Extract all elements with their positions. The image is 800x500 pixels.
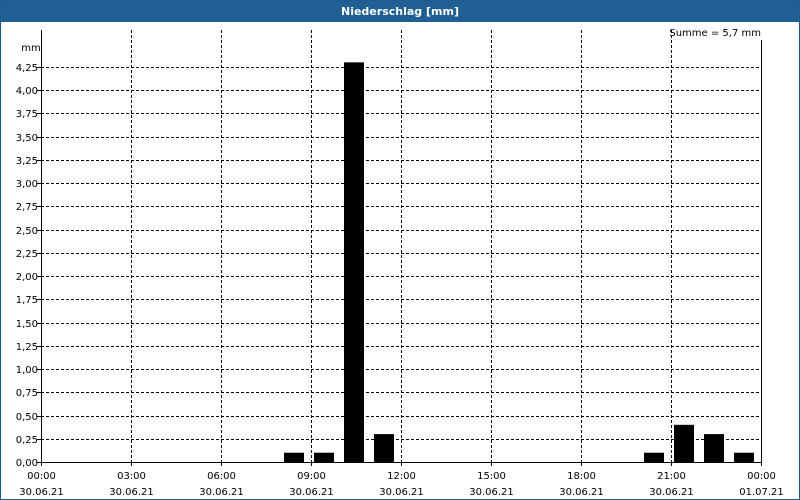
x-tick-time: 06:00 <box>207 471 236 482</box>
x-tick-time: 15:00 <box>477 471 506 482</box>
sum-annotation: Summe = 5,7 mm <box>669 28 761 39</box>
x-tick-time: 21:00 <box>657 471 686 482</box>
y-tick-label: 0,75 <box>16 388 38 399</box>
x-tick-labels: 00:00 30.06.21 03:00 30.06.21 06:00 30.06.21 0… <box>19 471 784 498</box>
y-tick-label: 1,75 <box>16 295 38 306</box>
x-tick-time: 18:00 <box>567 471 596 482</box>
y-tick-label: 0,00 <box>16 458 38 469</box>
y-tick-label: 4,25 <box>16 63 38 74</box>
precipitation-bar <box>644 452 664 462</box>
x-tick-time: 00:00 <box>27 471 56 482</box>
y-tick-label: 2,75 <box>16 202 38 213</box>
x-tick-date: 01.07.21 <box>739 487 784 498</box>
chart-title: Niederschlag [mm] <box>1 1 799 22</box>
x-tick-date: 30.06.21 <box>559 487 604 498</box>
chart-window: Niederschlag [mm] mm Summe = 5,7 mm 0,00… <box>0 0 800 500</box>
y-tick-label: 1,50 <box>16 319 38 330</box>
precipitation-bar <box>704 434 724 462</box>
precipitation-chart: mm Summe = 5,7 mm 0,00 0,25 0,50 0,75 1,00 1,… <box>16 28 784 498</box>
precipitation-bar <box>344 62 364 463</box>
precipitation-bar <box>374 434 394 462</box>
y-tick-label: 2,25 <box>16 249 38 260</box>
x-tick-date: 30.06.21 <box>289 487 334 498</box>
y-tick-label: 2,50 <box>16 226 38 237</box>
y-tick-label: 0,50 <box>16 412 38 423</box>
x-tick-date: 30.06.21 <box>649 487 694 498</box>
x-tick-date: 30.06.21 <box>199 487 244 498</box>
y-tick-label: 3,50 <box>16 133 38 144</box>
y-tick-label: 3,75 <box>16 109 38 120</box>
y-axis-label: mm <box>21 43 40 54</box>
bars <box>284 62 754 463</box>
precipitation-bar <box>284 452 304 462</box>
x-tick-date: 30.06.21 <box>109 487 154 498</box>
x-tick-time: 12:00 <box>387 471 416 482</box>
y-tick-label: 3,00 <box>16 179 38 190</box>
x-tick-date: 30.06.21 <box>379 487 424 498</box>
y-tick-label: 4,00 <box>16 86 38 97</box>
y-tick-label: 2,00 <box>16 272 38 283</box>
y-tick-labels: 0,00 0,25 0,50 0,75 1,00 1,25 1,50 1,75 2,00 2,25… <box>16 63 38 469</box>
x-tick-time: 03:00 <box>117 471 146 482</box>
x-tick-time: 00:00 <box>747 471 776 482</box>
y-tick-label: 1,25 <box>16 342 38 353</box>
precipitation-bar <box>674 424 694 462</box>
x-tick-date: 30.06.21 <box>469 487 514 498</box>
x-tick-date: 30.06.21 <box>19 487 64 498</box>
x-tick-time: 09:00 <box>297 471 326 482</box>
grid <box>41 30 761 462</box>
precipitation-bar <box>314 452 334 462</box>
y-tick-label: 3,25 <box>16 156 38 167</box>
precipitation-bar <box>734 452 754 462</box>
y-tick-label: 1,00 <box>16 365 38 376</box>
axes <box>37 30 762 466</box>
y-tick-label: 0,25 <box>16 435 38 446</box>
